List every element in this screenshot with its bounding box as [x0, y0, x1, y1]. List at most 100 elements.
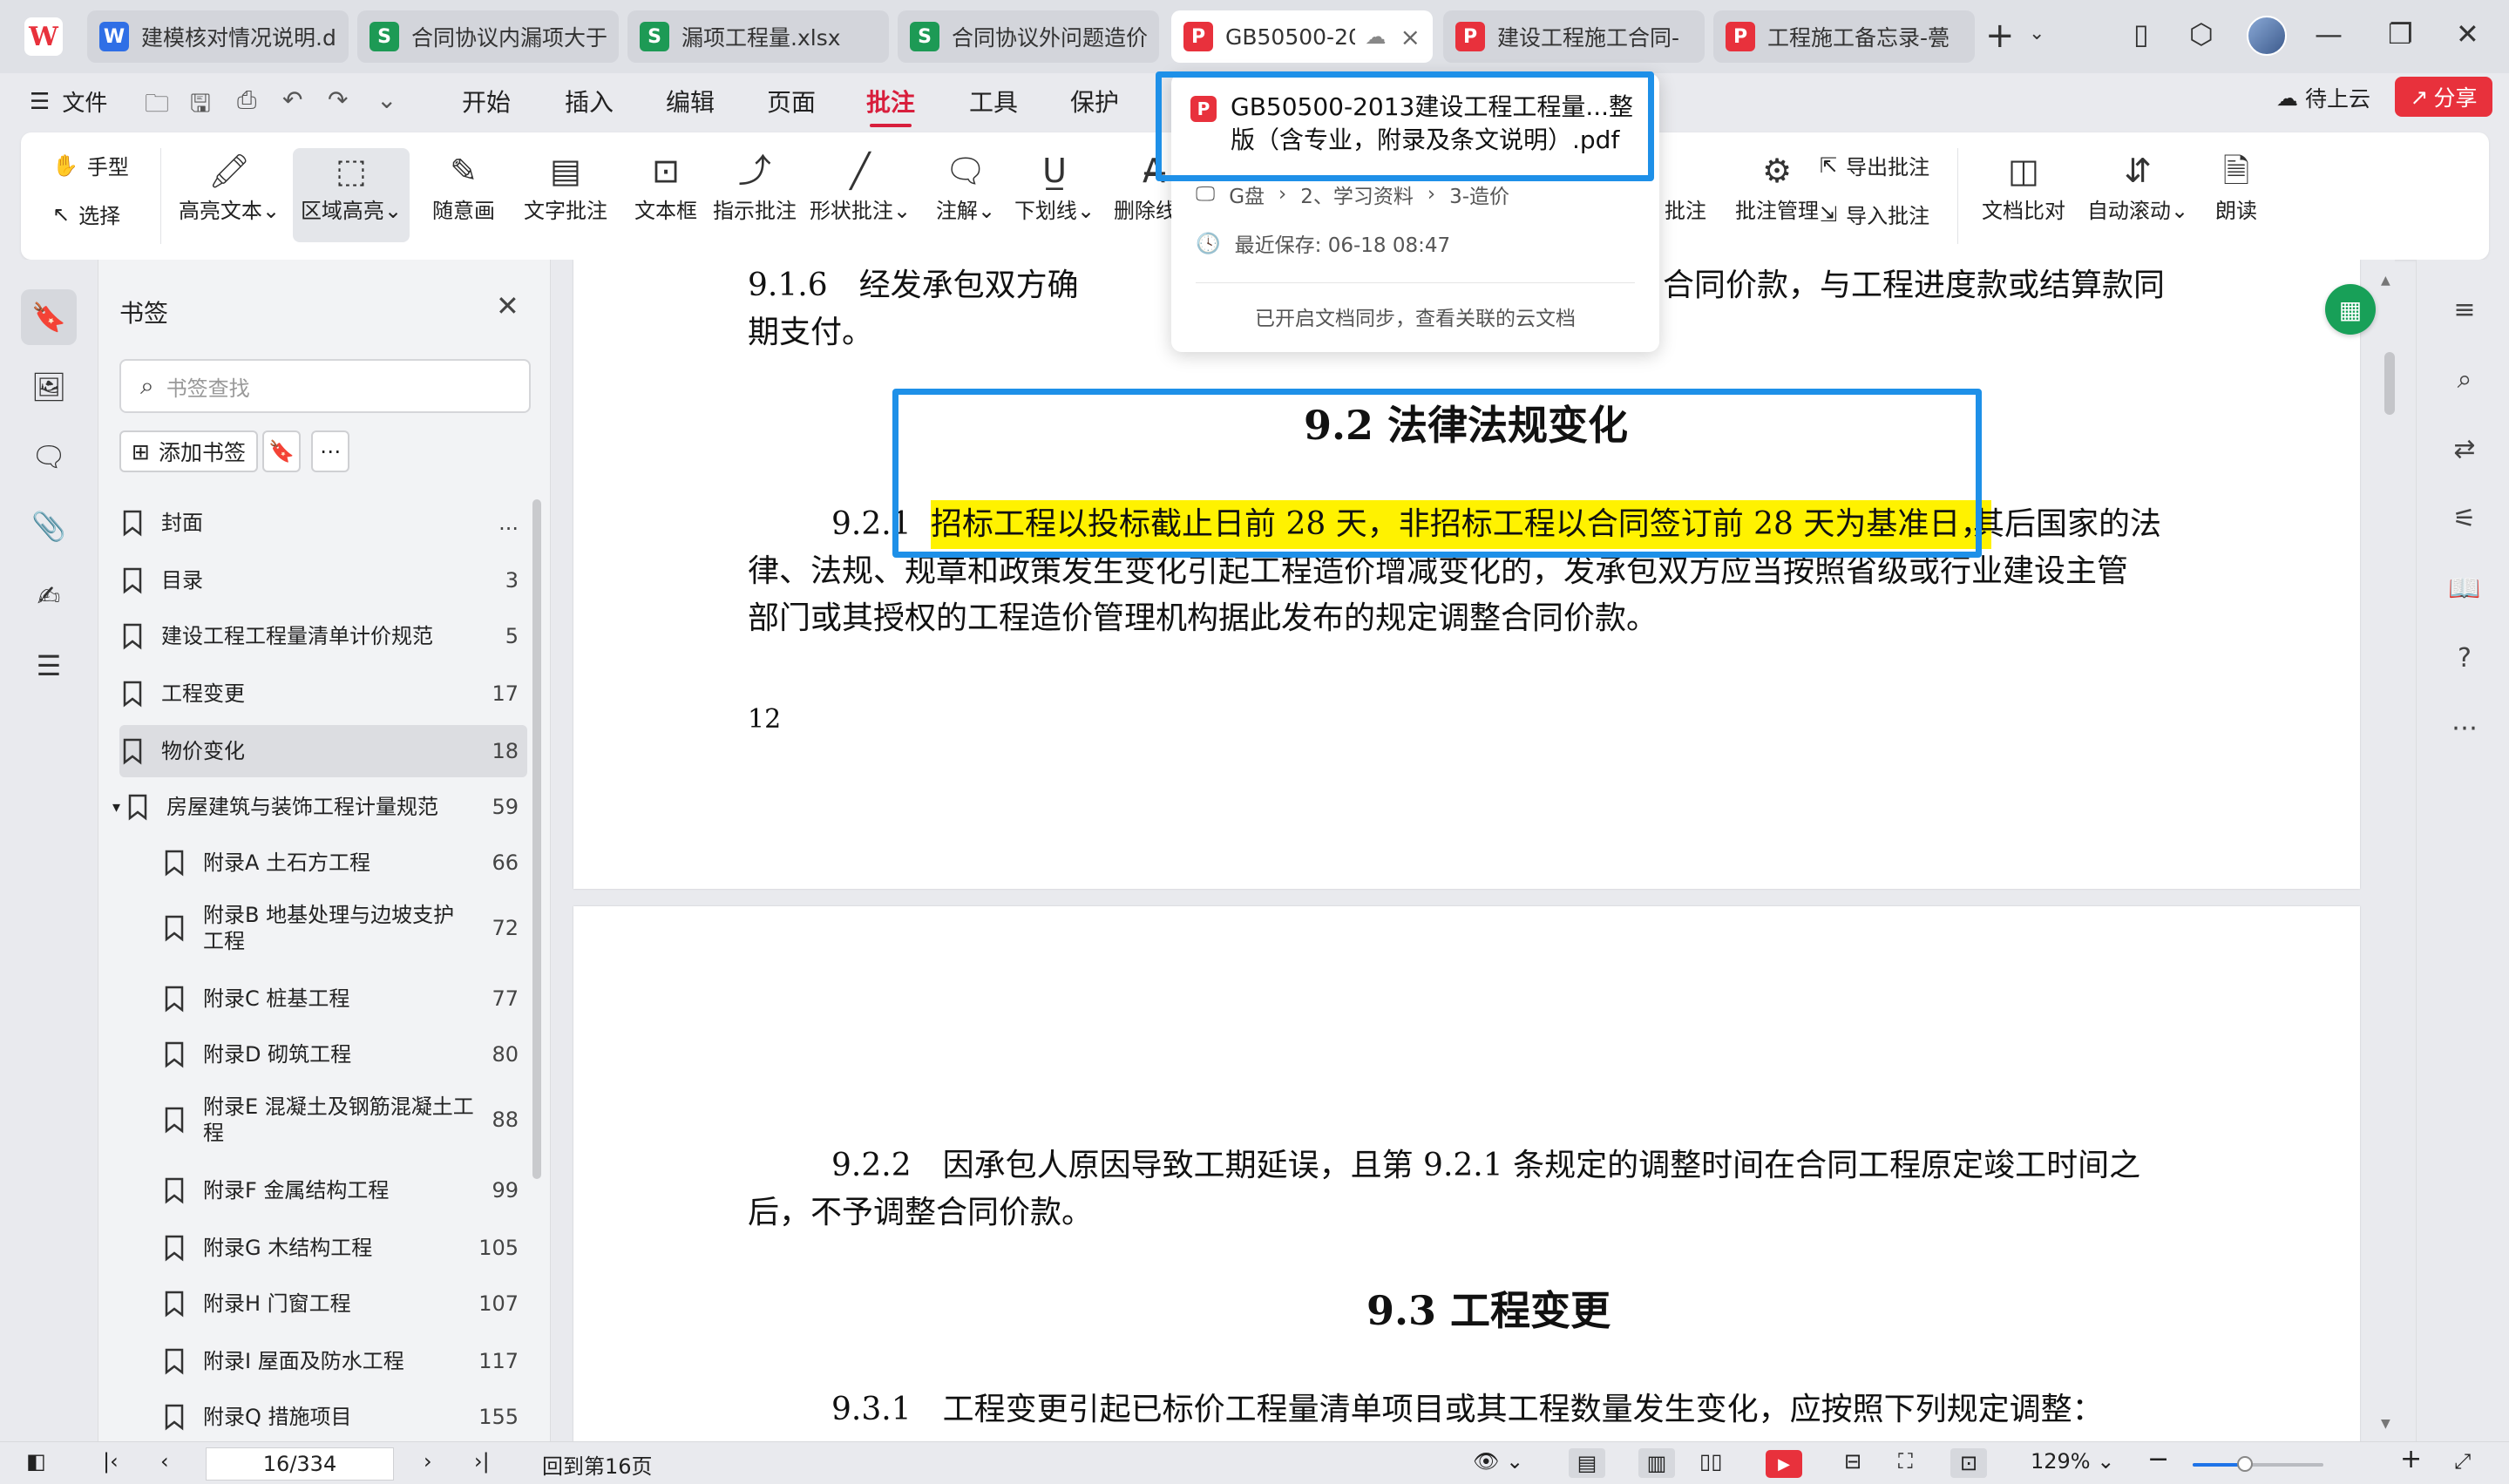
- toggle-sidebar-icon[interactable]: ◧: [26, 1449, 46, 1474]
- translate-icon[interactable]: ⇄: [2443, 427, 2486, 471]
- back-to-page-link[interactable]: 回到第16页: [542, 1449, 653, 1480]
- note-button[interactable]: 🗨 注解⌄: [924, 148, 1007, 224]
- tab-doc-4[interactable]: S 合同协议外问题造价: [898, 10, 1159, 63]
- tab-doc-3[interactable]: S 漏项工程量.xlsx: [627, 10, 889, 63]
- minimize-icon[interactable]: —: [2315, 17, 2343, 51]
- layers-icon[interactable]: ☰: [21, 638, 77, 694]
- print-icon[interactable]: ⎙: [237, 85, 256, 115]
- tab-annotate[interactable]: 批注: [866, 84, 915, 127]
- spreadsheet-floating-icon[interactable]: ▦: [2325, 284, 2376, 335]
- first-page-icon[interactable]: |‹: [103, 1449, 119, 1474]
- more-icon[interactable]: ⋯: [2443, 706, 2486, 749]
- textbox-button[interactable]: ⊡ 文本框: [622, 148, 709, 224]
- bookmark-panel-icon[interactable]: 🔖: [21, 289, 77, 345]
- redo-icon[interactable]: ↷: [328, 85, 348, 114]
- close-window-icon[interactable]: ✕: [2456, 17, 2479, 51]
- help-icon[interactable]: ?: [2443, 636, 2486, 680]
- tab-start[interactable]: 开始: [462, 84, 511, 119]
- bookmark-item[interactable]: 附录F 金属结构工程 99: [161, 1171, 527, 1210]
- fit-page-icon[interactable]: ⛶: [1898, 1449, 1913, 1474]
- bookmark-item-selected[interactable]: 物价变化 18: [119, 725, 527, 777]
- area-highlight-button[interactable]: ⬚ 区域高亮⌄: [293, 148, 410, 242]
- document-scrollbar[interactable]: ▲ ▼: [2381, 260, 2395, 1441]
- export-annotations-button[interactable]: ⇱ 导出批注: [1820, 150, 1929, 180]
- signature-icon[interactable]: ✍: [21, 568, 77, 624]
- tab-tools[interactable]: 工具: [969, 84, 1018, 119]
- zoom-in-icon[interactable]: +: [2400, 1444, 2422, 1474]
- thumbnail-icon[interactable]: 🖼: [21, 359, 77, 415]
- bookmark-search-input[interactable]: ⌕ 书签查找: [119, 359, 531, 413]
- tab-doc-6[interactable]: P 建设工程施工合同-: [1443, 10, 1705, 63]
- zoom-level[interactable]: 129% ⌄: [2031, 1449, 2114, 1474]
- attachment-icon[interactable]: 📎: [21, 498, 77, 554]
- popup-path[interactable]: 🖵 G盘 › 2、学习资料 › 3-造价: [1196, 180, 1509, 209]
- avatar[interactable]: [2247, 16, 2287, 56]
- underline-button[interactable]: U̲ 下划线⌄: [1007, 148, 1102, 224]
- bookmark-item[interactable]: 附录H 门窗工程 107: [161, 1284, 527, 1323]
- bookmark-item[interactable]: 附录Q 措施项目 155: [161, 1398, 527, 1436]
- bookmark-item[interactable]: 附录B 地基处理与边坡支护工程 72: [161, 898, 527, 959]
- undo-icon[interactable]: ↶: [282, 85, 302, 114]
- pointer-comment-button[interactable]: ⤴ 指示批注: [709, 148, 800, 224]
- hand-tool-button[interactable]: ✋ 手型: [52, 150, 129, 180]
- last-page-icon[interactable]: ›|: [474, 1449, 490, 1474]
- area-highlight-box[interactable]: [892, 389, 1982, 558]
- continuous-icon[interactable]: ▥: [1638, 1448, 1675, 1478]
- expand-caret-icon[interactable]: ▾: [112, 798, 125, 817]
- bookmark-item[interactable]: 封面 ...: [119, 504, 527, 542]
- add-bookmark-button[interactable]: ⊞ 添加书签: [119, 430, 258, 472]
- sidebar-layout-icon[interactable]: ▯: [2133, 17, 2149, 51]
- page-number-input[interactable]: 16/334: [206, 1447, 394, 1481]
- settings-sliders-icon[interactable]: ≡: [2443, 288, 2486, 331]
- zoom-slider[interactable]: [2193, 1456, 2323, 1472]
- tab-insert[interactable]: 插入: [565, 84, 614, 119]
- tab-doc-1[interactable]: W 建模核对情况说明.dc: [87, 10, 349, 63]
- file-menu[interactable]: ☰ 文件: [30, 85, 107, 118]
- bookmark-toggle-button[interactable]: 🔖: [262, 430, 301, 472]
- tab-page[interactable]: 页面: [767, 84, 816, 119]
- tab-doc-7[interactable]: P 工程施工备忘录-甍: [1713, 10, 1975, 63]
- save-icon[interactable]: 🖫: [190, 85, 211, 127]
- upload-cloud-button[interactable]: ☁ 待上云: [2276, 82, 2370, 113]
- open-folder-icon[interactable]: 🗀: [145, 85, 169, 127]
- zoom-out-icon[interactable]: −: [2147, 1444, 2169, 1474]
- more-quick-actions-icon[interactable]: ⌄: [376, 85, 397, 114]
- scroll-down-icon[interactable]: ▼: [2381, 1417, 2390, 1431]
- bookmark-item[interactable]: ▾ 房屋建筑与装饰工程计量规范 59: [112, 788, 527, 826]
- import-annotations-button[interactable]: ⇲ 导入批注: [1820, 199, 1929, 229]
- bookmark-item[interactable]: 建设工程工程量清单计价规范 5: [119, 617, 527, 655]
- bookmark-scrollbar[interactable]: [532, 499, 541, 1179]
- restore-icon[interactable]: ❐: [2388, 17, 2413, 51]
- highlight-text-button[interactable]: 🖍 高亮文本⌄: [174, 148, 284, 224]
- shape-comment-button[interactable]: ╱ 形状批注⌄: [805, 148, 915, 224]
- zoom-slider-knob[interactable]: [2237, 1456, 2253, 1472]
- bookmark-item[interactable]: 工程变更 17: [119, 674, 527, 713]
- close-tab-icon[interactable]: ×: [1400, 23, 1421, 51]
- crop-view-icon[interactable]: ⊡: [1950, 1448, 1987, 1478]
- cube-icon[interactable]: ⬡: [2189, 17, 2214, 51]
- view-mode-icon[interactable]: 👁 ⌄: [1473, 1449, 1523, 1474]
- more-options-button[interactable]: ⋯: [311, 430, 349, 472]
- new-tab-button[interactable]: +: [1985, 16, 2015, 56]
- scroll-thumb[interactable]: [2384, 352, 2395, 415]
- text-comment-button[interactable]: ▤ 文字批注: [509, 148, 622, 224]
- single-page-icon[interactable]: ▤: [1569, 1448, 1605, 1478]
- adjust-icon[interactable]: ⚟: [2443, 497, 2486, 540]
- tab-doc-2[interactable]: S 合同协议内漏项大于: [357, 10, 619, 63]
- two-page-icon[interactable]: ▯▯: [1699, 1449, 1722, 1474]
- search-icon[interactable]: ⌕: [2443, 357, 2486, 401]
- fullscreen-icon[interactable]: ⤢: [2454, 1449, 2471, 1474]
- bookmark-item[interactable]: 附录E 混凝土及钢筋混凝土工程 88: [161, 1089, 527, 1150]
- tab-doc-5-active[interactable]: P GB50500-20 ☁ ×: [1171, 10, 1433, 63]
- bookmark-item[interactable]: 附录G 木结构工程 105: [161, 1229, 527, 1267]
- play-slideshow-icon[interactable]: ▶: [1766, 1450, 1802, 1478]
- comments-icon[interactable]: 🗨: [21, 429, 77, 485]
- popup-sync-link[interactable]: 已开启文档同步，查看关联的云文档: [1171, 302, 1659, 331]
- compare-docs-button[interactable]: ◫ 文档比对: [1970, 148, 2078, 224]
- auto-scroll-button[interactable]: ⇵ 自动滚动⌄: [2081, 148, 2194, 224]
- share-button[interactable]: ↗ 分享: [2395, 77, 2492, 117]
- bookmark-item[interactable]: 附录C 桩基工程 77: [161, 979, 527, 1018]
- read-aloud-button[interactable]: 🗎 朗读: [2201, 148, 2271, 224]
- fit-width-icon[interactable]: ⊟: [1844, 1449, 1861, 1474]
- tab-protect[interactable]: 保护: [1070, 84, 1119, 119]
